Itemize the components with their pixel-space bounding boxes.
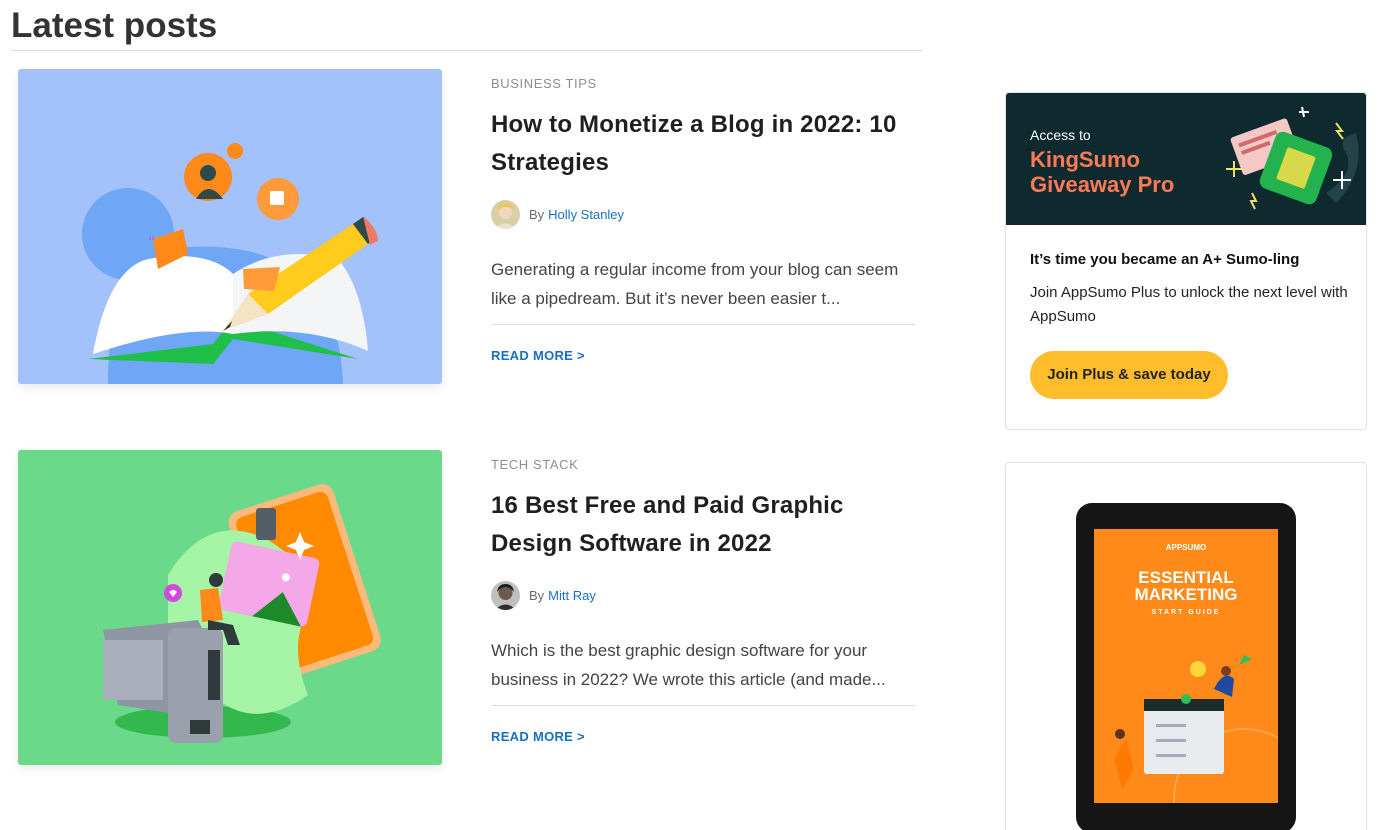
tablet-mockup: APPSUMO ESSENTIAL MARKETING START GUIDE [1076, 503, 1296, 830]
post-category[interactable]: TECH STACK [491, 457, 915, 472]
read-more-link[interactable]: READ MORE > [491, 348, 585, 363]
ebook-brand: APPSUMO [1165, 543, 1207, 552]
ebook-ad[interactable]: APPSUMO ESSENTIAL MARKETING START GUIDE [1005, 462, 1367, 830]
post-divider [491, 324, 915, 325]
post-body: TECH STACK 16 Best Free and Paid Graphic… [491, 447, 915, 746]
ad-description: Join AppSumo Plus to unlock the next lev… [1030, 284, 1348, 325]
author-by-label: By [529, 587, 545, 603]
author-name-link[interactable]: Holly Stanley [548, 207, 624, 222]
kingsumo-ad[interactable]: Access to KingSumo Giveaway Pro It’s tim… [1005, 92, 1367, 430]
post-title[interactable]: How to Monetize a Blog in 2022: 10 Strat… [491, 106, 915, 182]
post-author: By Mitt Ray [491, 580, 915, 610]
post-card: TECH STACK 16 Best Free and Paid Graphic… [10, 447, 922, 777]
blog-illustration-image: “ [18, 69, 442, 384]
post-divider [491, 705, 915, 706]
join-plus-button[interactable]: Join Plus & save today [1030, 351, 1228, 399]
ebook-cover: APPSUMO ESSENTIAL MARKETING START GUIDE [1094, 529, 1278, 803]
ebook-subtitle: START GUIDE [1151, 609, 1221, 616]
ad-heading: It’s time you became an A+ Sumo-ling [1030, 251, 1300, 268]
post-excerpt: Generating a regular income from your bl… [491, 260, 899, 308]
author-avatar [491, 199, 520, 229]
author-name-link[interactable]: Mitt Ray [548, 588, 596, 603]
marketing-illustration-icon [1114, 655, 1278, 803]
post-category[interactable]: BUSINESS TIPS [491, 76, 915, 91]
design-illustration-image [18, 450, 442, 765]
author-by-label: By [529, 206, 545, 222]
title-divider [11, 50, 922, 51]
ebook-title-line2: MARKETING [1134, 585, 1238, 604]
ebook-title: ESSENTIAL MARKETING [1094, 569, 1278, 603]
post-body: BUSINESS TIPS How to Monetize a Blog in … [491, 66, 915, 365]
author-avatar [491, 580, 520, 610]
post-excerpt: Which is the best graphic design softwar… [491, 641, 886, 689]
ad-brand-line2: Giveaway Pro [1030, 172, 1175, 197]
ad-banner: Access to KingSumo Giveaway Pro [1006, 93, 1366, 225]
read-more-link[interactable]: READ MORE > [491, 729, 585, 744]
post-card: “ BUSINESS TIPS How to Monetize a Blog i… [10, 66, 922, 396]
ticket-illustration-icon [1226, 106, 1359, 210]
post-thumbnail[interactable] [18, 450, 442, 765]
post-thumbnail[interactable]: “ [18, 69, 442, 384]
ebook-title-line1: ESSENTIAL [1138, 568, 1234, 587]
post-author: By Holly Stanley [491, 199, 915, 229]
ad-brand-line1: KingSumo [1030, 147, 1140, 172]
post-title[interactable]: 16 Best Free and Paid Graphic Design Sof… [491, 487, 915, 563]
ad-brand-name: KingSumo Giveaway Pro [1030, 147, 1174, 197]
page-title: Latest posts [11, 6, 218, 45]
svg-text:“: “ [148, 235, 155, 251]
ad-access-label: Access to [1030, 127, 1091, 143]
